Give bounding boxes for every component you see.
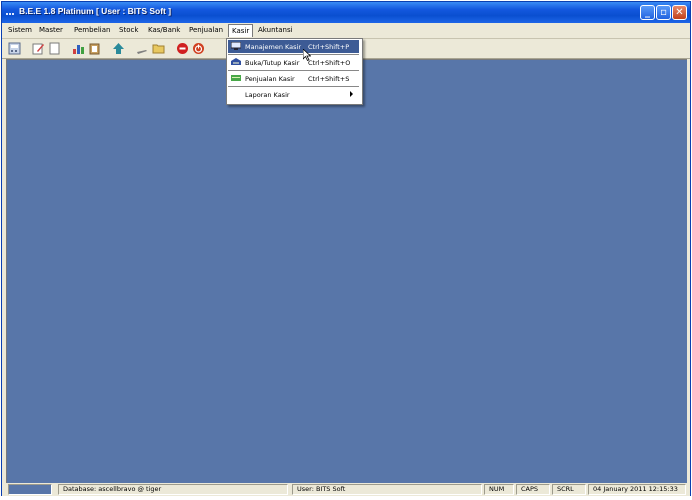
menu-item-buka-tutup-kasir[interactable]: Buka/Tutup Kasir Ctrl+Shift+O — [228, 56, 359, 69]
submenu-arrow-icon — [350, 91, 353, 97]
menu-pembelian[interactable]: Pembelian — [74, 26, 110, 34]
mouse-cursor-icon — [303, 49, 311, 61]
status-datetime: 04 January 2011 12:15:33 — [588, 484, 686, 495]
menu-akuntansi[interactable]: Akuntansi — [258, 26, 293, 34]
status-num: NUM — [484, 484, 514, 495]
status-scrl: SCRL — [552, 484, 586, 495]
menu-stock[interactable]: Stock — [119, 26, 138, 34]
app-icon — [6, 9, 18, 15]
pen-icon[interactable] — [136, 42, 149, 55]
mdi-workspace[interactable] — [6, 59, 687, 483]
menu-separator — [228, 54, 359, 55]
menu-item-penjualan-kasir[interactable]: Penjualan Kasir Ctrl+Shift+S — [228, 72, 359, 85]
power-icon[interactable] — [192, 42, 205, 55]
arrow-up-icon[interactable] — [112, 42, 125, 55]
register-icon — [231, 75, 241, 81]
window-title: B.E.E 1.8 Platinum [ User : BITS Soft ] — [19, 6, 172, 16]
menu-item-manajemen-kasir[interactable]: Manajemen Kasir Ctrl+Shift+P — [228, 40, 359, 53]
menu-master[interactable]: Master — [39, 26, 63, 34]
monitor-icon — [231, 42, 241, 50]
chart-icon[interactable] — [72, 42, 85, 55]
menu-sistem[interactable]: Sistem — [8, 26, 32, 34]
drawer-icon — [231, 58, 241, 65]
menu-item-label: Penjualan Kasir — [245, 75, 295, 83]
menu-item-label: Laporan Kasir — [245, 91, 290, 99]
menu-item-shortcut: Ctrl+Shift+S — [308, 75, 350, 83]
menu-bar: Sistem Master Pembelian Stock Kas/Bank P… — [2, 23, 690, 39]
stop-icon[interactable] — [176, 42, 189, 55]
folder-icon[interactable] — [152, 42, 165, 55]
status-database: Database: ascellbravo @ tiger — [58, 484, 288, 495]
blank-page-icon[interactable] — [48, 42, 61, 55]
status-caps: CAPS — [516, 484, 550, 495]
menu-item-label: Buka/Tutup Kasir — [245, 59, 300, 67]
minimize-button[interactable]: _ — [640, 5, 655, 20]
maximize-button[interactable]: ▫ — [656, 5, 671, 20]
menu-kas-bank[interactable]: Kas/Bank — [148, 26, 180, 34]
menu-separator — [228, 70, 359, 71]
close-button[interactable]: ✕ — [672, 5, 687, 20]
title-bar[interactable]: B.E.E 1.8 Platinum [ User : BITS Soft ] … — [2, 2, 690, 23]
status-bar: Database: ascellbravo @ tiger User: BITS… — [2, 483, 690, 496]
menu-separator — [228, 86, 359, 87]
menu-item-laporan-kasir[interactable]: Laporan Kasir — [228, 88, 359, 101]
menu-item-shortcut: Ctrl+Shift+P — [308, 43, 350, 51]
status-user: User: BITS Soft — [292, 484, 482, 495]
clipboard-icon[interactable] — [88, 42, 101, 55]
kasir-dropdown-menu: Manajemen Kasir Ctrl+Shift+P Buka/Tutup … — [226, 38, 363, 105]
edit-icon[interactable] — [32, 42, 45, 55]
menu-kasir[interactable]: Kasir — [228, 24, 254, 37]
menu-item-label: Manajemen Kasir — [245, 43, 302, 51]
menu-item-shortcut: Ctrl+Shift+O — [308, 59, 351, 67]
menu-penjualan[interactable]: Penjualan — [189, 26, 223, 34]
calculator-icon[interactable] — [8, 42, 21, 55]
status-indicator — [8, 484, 52, 495]
